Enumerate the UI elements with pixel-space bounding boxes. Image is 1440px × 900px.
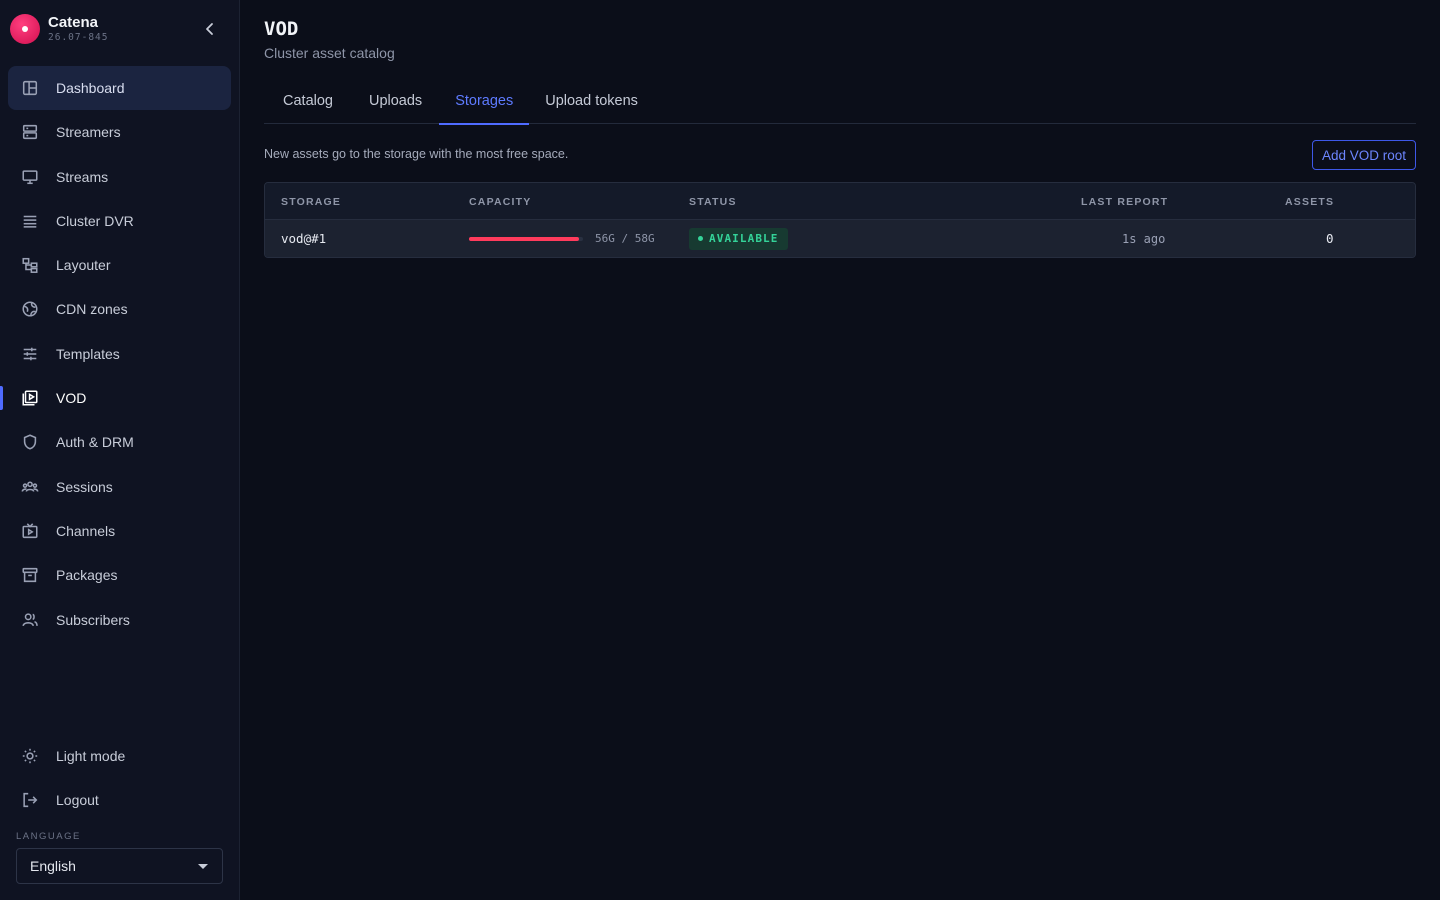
list-icon <box>20 211 40 231</box>
sidebar-item-vod[interactable]: VOD <box>0 376 231 420</box>
main-content: VOD Cluster asset catalog Catalog Upload… <box>264 0 1416 900</box>
sidebar-item-packages[interactable]: Packages <box>8 553 231 597</box>
sidebar-item-label: Cluster DVR <box>56 212 134 229</box>
sidebar-item-label: Sessions <box>56 478 113 495</box>
tab-uploads[interactable]: Uploads <box>351 78 439 124</box>
globe-icon <box>20 299 40 319</box>
sidebar-item-subscribers[interactable]: Subscribers <box>8 598 231 642</box>
capacity-bar-fill <box>469 236 580 241</box>
sidebar-item-label: Layouter <box>56 257 111 274</box>
sidebar-bottom-nav: Light mode Logout <box>8 734 231 823</box>
page-title: VOD <box>264 18 299 40</box>
language-label: LANGUAGE <box>16 831 81 842</box>
sidebar: Catena 26.07-845 Dashboard Streamers Str… <box>0 0 240 900</box>
sidebar-item-label: Channels <box>56 522 116 539</box>
sidebar-item-label: Templates <box>56 345 120 362</box>
column-header-capacity[interactable]: CAPACITY <box>469 196 532 208</box>
monitor-icon <box>20 167 40 187</box>
brand-name: Catena <box>48 14 99 31</box>
brand-version: 26.07-845 <box>48 32 109 43</box>
status-cell: AVAILABLE <box>689 220 788 257</box>
sidebar-item-sessions[interactable]: Sessions <box>8 465 231 509</box>
page-subtitle: Cluster asset catalog <box>264 45 395 61</box>
capacity-bar <box>469 236 583 241</box>
caret-down-icon <box>198 864 208 869</box>
table-row[interactable]: vod@#1 56G / 58G AVAILABLE 1s ago 0 <box>265 220 1415 257</box>
sidebar-item-label: Subscribers <box>56 611 130 628</box>
column-header-storage[interactable]: STORAGE <box>281 196 341 208</box>
sidebar-item-label: Streamers <box>56 124 121 141</box>
users-group-icon <box>20 477 40 497</box>
light-mode-toggle[interactable]: Light mode <box>8 734 231 778</box>
storage-hint-text: New assets go to the storage with the mo… <box>264 147 569 161</box>
sun-icon <box>20 746 40 766</box>
status-text: AVAILABLE <box>709 232 779 245</box>
sidebar-item-label: Streams <box>56 168 109 185</box>
tab-catalog[interactable]: Catalog <box>264 78 351 124</box>
sidebar-item-cluster-dvr[interactable]: Cluster DVR <box>8 199 231 243</box>
column-header-assets[interactable]: ASSETS <box>1285 196 1334 208</box>
collapse-sidebar-button[interactable] <box>198 17 222 41</box>
sidebar-item-layouter[interactable]: Layouter <box>8 243 231 287</box>
table-header: STORAGE CAPACITY STATUS LAST REPORT ASSE… <box>265 183 1415 220</box>
sidebar-item-auth-drm[interactable]: Auth & DRM <box>8 420 231 464</box>
tv-icon <box>20 521 40 541</box>
storages-table: STORAGE CAPACITY STATUS LAST REPORT ASSE… <box>264 182 1416 258</box>
users-icon <box>20 610 40 630</box>
storage-name: vod@#1 <box>281 231 327 246</box>
sidebar-item-streams[interactable]: Streams <box>8 155 231 199</box>
sidebar-item-label: Auth & DRM <box>56 434 134 451</box>
brand-logo-icon <box>10 14 40 44</box>
logout-icon <box>20 790 40 810</box>
capacity-cell: 56G / 58G <box>469 220 655 257</box>
sidebar-nav: Dashboard Streamers Streams Cluster DVR … <box>0 66 231 642</box>
last-report-value: 1s ago <box>1122 231 1166 246</box>
brand[interactable]: Catena 26.07-845 <box>10 12 230 44</box>
layout-icon <box>20 255 40 275</box>
tab-upload-tokens[interactable]: Upload tokens <box>529 78 654 124</box>
add-vod-root-button[interactable]: Add VOD root <box>1311 140 1416 170</box>
shield-icon <box>20 432 40 452</box>
column-header-last-report[interactable]: LAST REPORT <box>1081 196 1168 208</box>
tab-bar: Catalog Uploads Storages Upload tokens <box>264 78 1416 125</box>
sidebar-item-label: Dashboard <box>56 80 125 96</box>
sidebar-item-label: VOD <box>56 390 87 407</box>
status-dot-icon <box>698 236 703 241</box>
column-header-status[interactable]: STATUS <box>689 196 737 208</box>
sidebar-item-channels[interactable]: Channels <box>8 509 231 553</box>
chevron-left-icon <box>206 23 213 35</box>
sidebar-item-templates[interactable]: Templates <box>8 332 231 376</box>
dashboard-icon <box>20 78 40 98</box>
logout-label: Logout <box>56 792 99 809</box>
archive-icon <box>20 565 40 585</box>
assets-count: 0 <box>1326 231 1334 246</box>
server-icon <box>20 122 40 142</box>
sliders-icon <box>20 344 40 364</box>
sidebar-item-cdn-zones[interactable]: CDN zones <box>8 287 231 331</box>
video-library-icon <box>20 388 40 408</box>
sidebar-item-streamers[interactable]: Streamers <box>8 110 231 154</box>
tab-storages[interactable]: Storages <box>439 78 530 125</box>
sidebar-item-label: CDN zones <box>56 301 128 318</box>
sidebar-item-dashboard[interactable]: Dashboard <box>8 66 231 110</box>
status-badge: AVAILABLE <box>689 227 788 250</box>
logout-button[interactable]: Logout <box>8 778 231 822</box>
light-mode-label: Light mode <box>56 748 126 764</box>
sidebar-item-label: Packages <box>56 567 118 584</box>
language-select[interactable]: English <box>16 848 223 884</box>
capacity-text: 56G / 58G <box>595 232 655 245</box>
language-selected-value: English <box>30 858 76 874</box>
